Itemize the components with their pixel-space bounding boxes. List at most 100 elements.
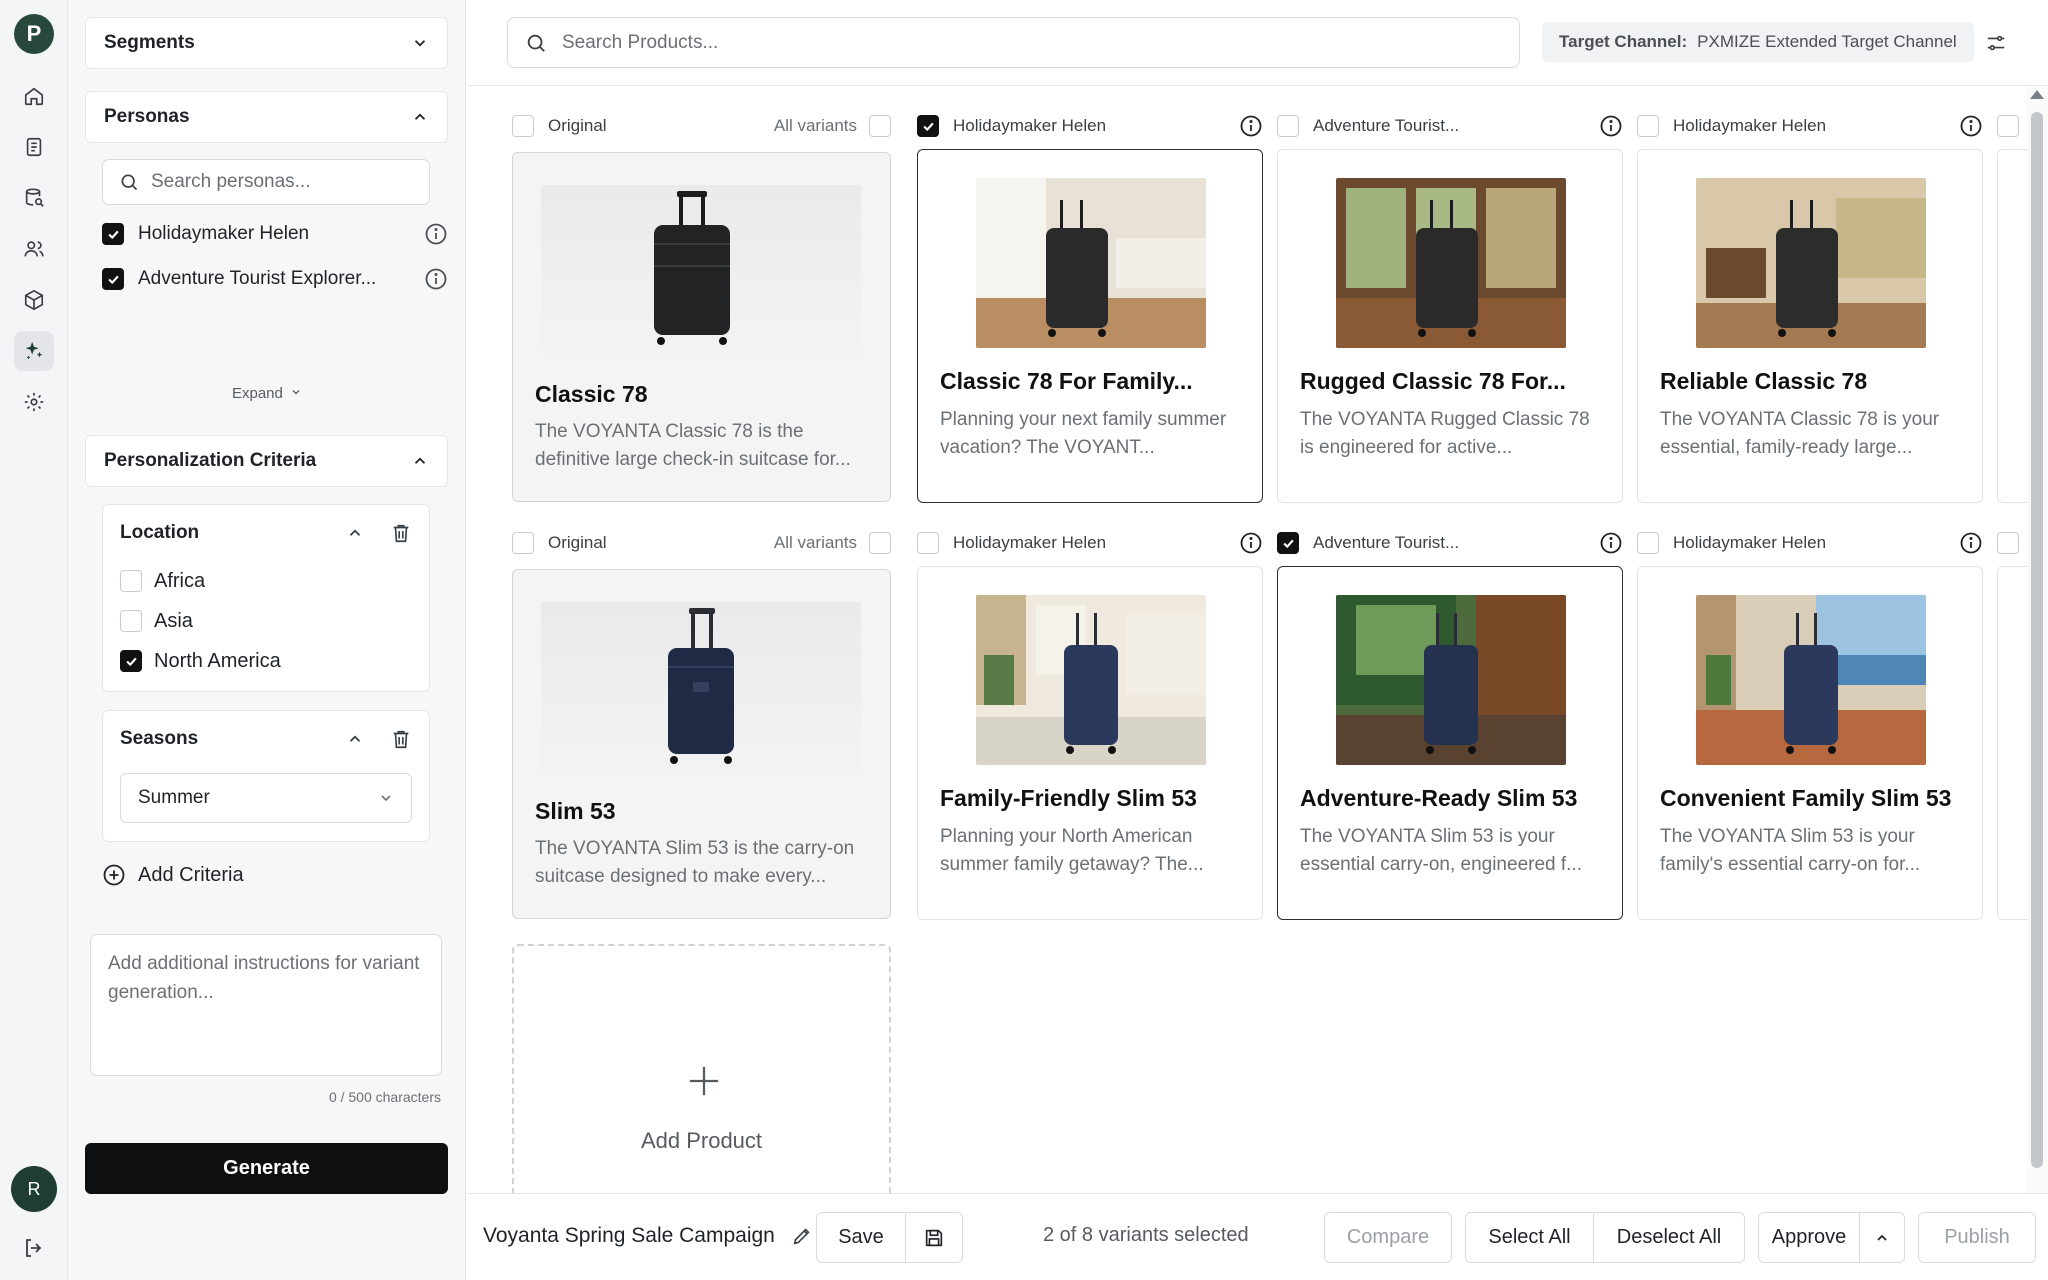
all-variants-toggle[interactable]: All variants xyxy=(774,532,891,554)
variant-card[interactable]: Convenient Family Slim 53 The VOYANTA Sl… xyxy=(1637,566,1983,920)
column-header-label: Original xyxy=(548,533,607,552)
approve-button[interactable]: Approve xyxy=(1758,1212,1860,1263)
add-criteria-button[interactable]: Add Criteria xyxy=(102,860,244,890)
variant-image xyxy=(976,595,1206,765)
all-variants-checkbox[interactable] xyxy=(869,115,891,137)
product-search[interactable] xyxy=(507,17,1520,68)
save-button[interactable]: Save xyxy=(816,1212,906,1263)
box-icon[interactable] xyxy=(14,280,54,320)
approve-options-chevron-up-icon[interactable] xyxy=(1859,1212,1905,1263)
publish-button[interactable]: Publish xyxy=(1918,1212,2036,1263)
app-logo[interactable]: P xyxy=(14,14,54,54)
add-product-label: Add Product xyxy=(640,1128,763,1153)
info-icon[interactable] xyxy=(1599,114,1623,138)
variant-checkbox[interactable] xyxy=(1637,115,1659,137)
criteria-accordion[interactable]: Personalization Criteria xyxy=(85,435,448,487)
info-icon[interactable] xyxy=(1599,531,1623,555)
variant-checkbox[interactable] xyxy=(512,532,534,554)
variant-checkbox[interactable] xyxy=(917,115,939,137)
info-icon[interactable] xyxy=(1959,531,1983,555)
seasons-criterion: Seasons Summer xyxy=(102,710,430,842)
variant-checkbox[interactable] xyxy=(1637,532,1659,554)
persona-search-input[interactable] xyxy=(151,171,411,193)
personas-label: Personas xyxy=(104,106,190,127)
expand-personas-button[interactable]: Expand xyxy=(68,385,466,402)
variant-description: Planning your next family summer vacatio… xyxy=(940,409,1227,458)
pencil-icon[interactable] xyxy=(791,1225,813,1247)
variant-card-partial[interactable] xyxy=(1997,149,2027,503)
variant-grid: Original All variants Holidaymaker Helen… xyxy=(467,87,2027,1193)
product-card[interactable]: Classic 78 The VOYANTA Classic 78 is the… xyxy=(512,152,891,502)
document-icon[interactable] xyxy=(14,127,54,167)
scrollbar-thumb[interactable] xyxy=(2031,112,2043,1168)
segments-label: Segments xyxy=(104,32,195,53)
location-option[interactable]: Asia xyxy=(103,601,429,641)
persona-label: Holidaymaker Helen xyxy=(138,223,310,244)
persona-item[interactable]: Holidaymaker Helen xyxy=(102,219,448,249)
generate-button[interactable]: Generate xyxy=(85,1143,448,1194)
variant-checkbox[interactable] xyxy=(1277,532,1299,554)
chevron-up-icon[interactable] xyxy=(346,524,364,542)
target-channel-badge[interactable]: Target Channel: PXMIZE Extended Target C… xyxy=(1542,22,1974,62)
variant-card-partial[interactable] xyxy=(1997,566,2027,920)
filter-settings-icon[interactable] xyxy=(1980,27,2012,59)
variant-checkbox[interactable] xyxy=(1277,115,1299,137)
chevron-down-icon xyxy=(414,40,426,47)
product-search-input[interactable] xyxy=(562,31,1462,54)
personas-accordion[interactable]: Personas xyxy=(85,91,448,143)
product-card[interactable]: Slim 53 The VOYANTA Slim 53 is the carry… xyxy=(512,569,891,919)
info-icon[interactable] xyxy=(424,222,448,246)
variant-checkbox[interactable] xyxy=(1997,532,2019,554)
sparkle-icon[interactable] xyxy=(14,331,54,371)
compare-button[interactable]: Compare xyxy=(1324,1212,1452,1263)
variant-checkbox[interactable] xyxy=(1997,115,2019,137)
all-variants-checkbox[interactable] xyxy=(869,532,891,554)
variant-card[interactable]: Reliable Classic 78 The VOYANTA Classic … xyxy=(1637,149,1983,503)
location-checkbox[interactable] xyxy=(120,610,142,632)
location-option[interactable]: North America xyxy=(103,641,429,681)
variant-card[interactable]: Family-Friendly Slim 53 Planning your No… xyxy=(917,566,1263,920)
column-header-label: Holidaymaker Helen xyxy=(1673,116,1827,135)
column-header: Holidaymaker Helen xyxy=(917,111,1263,141)
scroll-up-arrow-icon[interactable] xyxy=(2030,90,2044,99)
variant-checkbox[interactable] xyxy=(512,115,534,137)
location-checkbox[interactable] xyxy=(120,570,142,592)
segments-accordion[interactable]: Segments xyxy=(85,17,448,69)
persona-search[interactable] xyxy=(102,159,430,205)
select-all-button[interactable]: Select All xyxy=(1465,1212,1594,1263)
instructions-textarea[interactable] xyxy=(90,934,442,1076)
season-select[interactable]: Summer xyxy=(120,773,412,823)
user-avatar[interactable]: R xyxy=(11,1166,57,1212)
add-product-button[interactable]: Add Product xyxy=(512,944,891,1193)
variant-checkbox[interactable] xyxy=(917,532,939,554)
info-icon[interactable] xyxy=(1239,531,1263,555)
persona-item[interactable]: Adventure Tourist Explorer... xyxy=(102,264,448,294)
location-checkbox[interactable] xyxy=(120,650,142,672)
deselect-all-button[interactable]: Deselect All xyxy=(1593,1212,1745,1263)
variant-image xyxy=(976,178,1206,348)
info-icon[interactable] xyxy=(1959,114,1983,138)
info-icon[interactable] xyxy=(1239,114,1263,138)
trash-icon[interactable] xyxy=(390,522,412,544)
column-header: Holidaymaker Helen xyxy=(1637,111,1983,141)
users-icon[interactable] xyxy=(14,229,54,269)
chevron-up-icon[interactable] xyxy=(346,730,364,748)
home-icon[interactable] xyxy=(14,76,54,116)
gear-icon[interactable] xyxy=(14,382,54,422)
location-option[interactable]: Africa xyxy=(103,561,429,601)
persona-checkbox[interactable] xyxy=(102,223,124,245)
info-icon[interactable] xyxy=(424,267,448,291)
save-as-icon[interactable] xyxy=(905,1212,963,1263)
variant-card[interactable]: Classic 78 For Family... Planning your n… xyxy=(917,149,1263,503)
campaign-name-label: Voyanta Spring Sale Campaign xyxy=(483,1224,775,1247)
persona-checkbox[interactable] xyxy=(102,268,124,290)
database-icon[interactable] xyxy=(14,178,54,218)
trash-icon[interactable] xyxy=(390,728,412,750)
variant-card[interactable]: Adventure-Ready Slim 53 The VOYANTA Slim… xyxy=(1277,566,1623,920)
variant-card[interactable]: Rugged Classic 78 For... The VOYANTA Rug… xyxy=(1277,149,1623,503)
logout-icon[interactable] xyxy=(20,1234,48,1262)
variant-description: Planning your North American summer fami… xyxy=(940,826,1204,875)
column-header-label: Adventure Tourist... xyxy=(1313,533,1460,552)
all-variants-toggle[interactable]: All variants xyxy=(774,115,891,137)
column-header-label: Holidaymaker Helen xyxy=(953,533,1107,552)
